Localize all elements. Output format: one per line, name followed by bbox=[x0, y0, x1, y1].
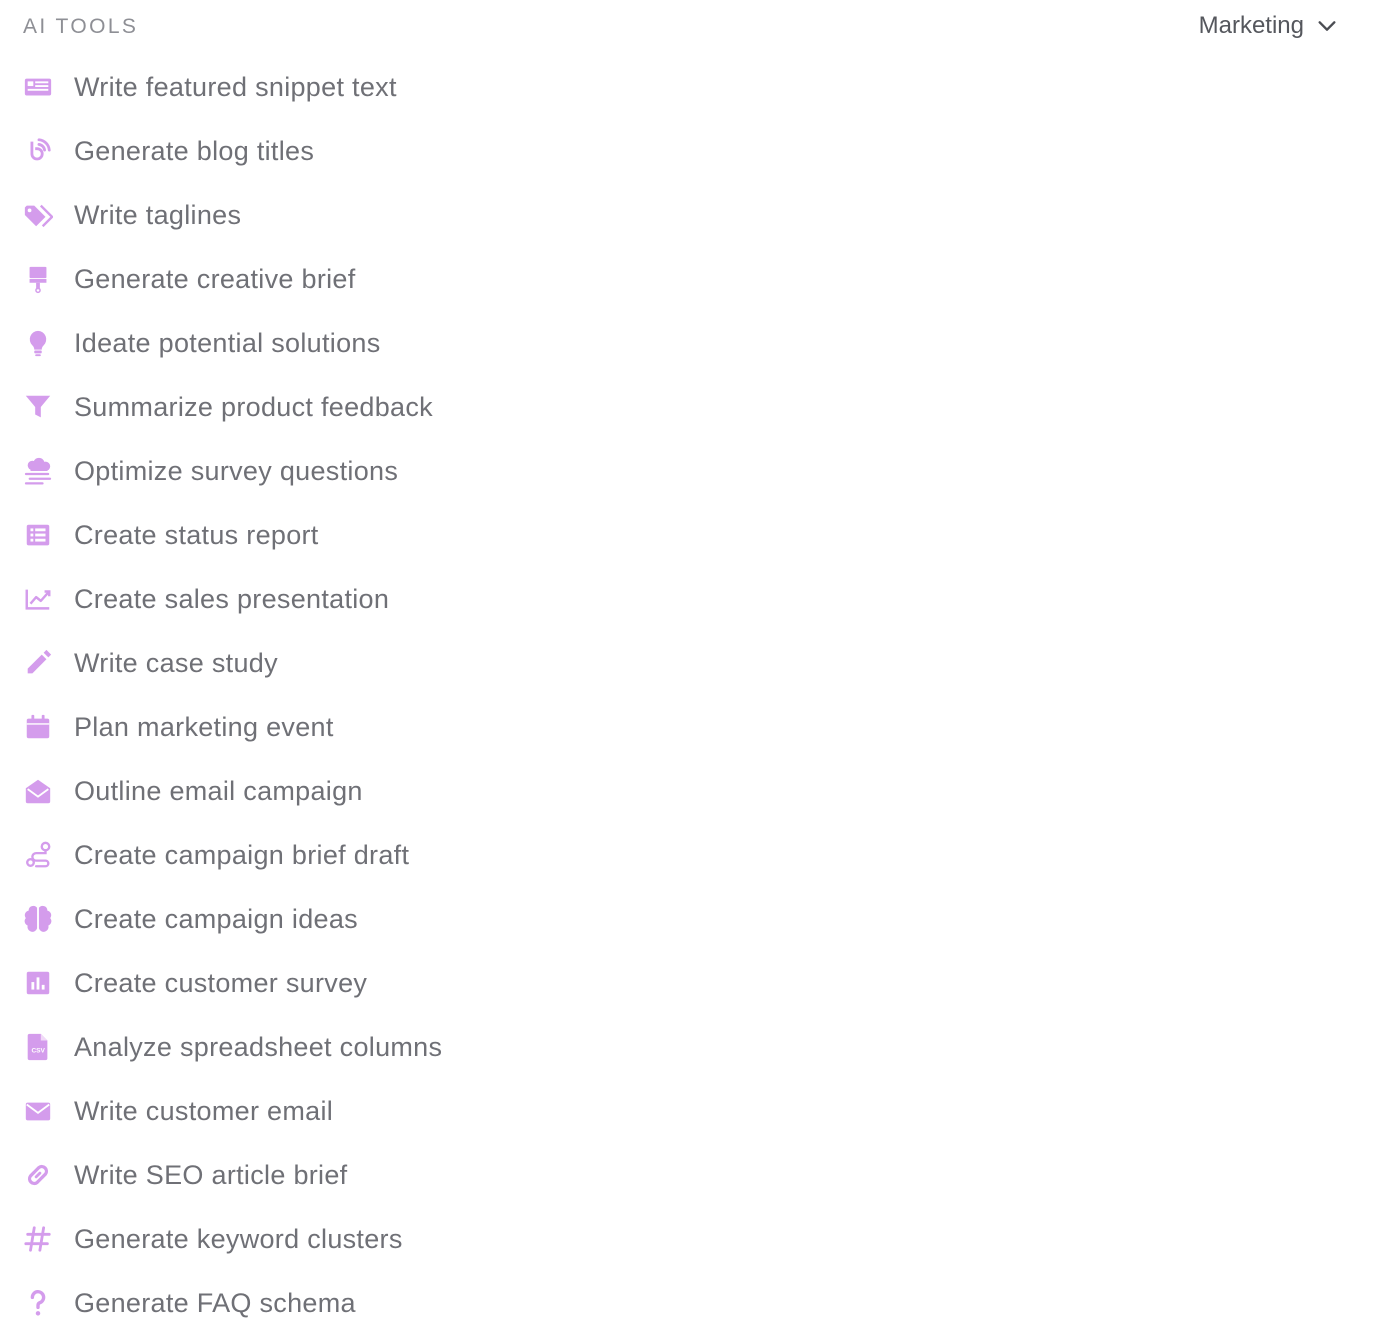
tool-item[interactable]: Outline email campaign bbox=[0, 759, 700, 823]
category-dropdown[interactable]: Marketing bbox=[1199, 12, 1338, 40]
tool-label: Create customer survey bbox=[74, 967, 368, 998]
tool-label: Plan marketing event bbox=[74, 711, 334, 742]
tool-item[interactable]: Generate blog titles bbox=[0, 119, 700, 183]
tool-item[interactable]: Write SEO article brief bbox=[0, 1143, 700, 1207]
chart-line-icon bbox=[22, 583, 54, 615]
list-alt-icon bbox=[22, 519, 54, 551]
tool-item[interactable]: Write customer email bbox=[0, 1079, 700, 1143]
tool-item[interactable]: CSV Analyze spreadsheet columns bbox=[0, 1015, 700, 1079]
tool-label: Write taglines bbox=[74, 199, 242, 230]
tools-header: AI TOOLS Marketing bbox=[0, 0, 1388, 56]
tool-item[interactable]: Generate keyword clusters bbox=[0, 1207, 700, 1271]
file-csv-icon: CSV bbox=[22, 1031, 54, 1063]
newspaper-icon bbox=[22, 71, 54, 103]
link-icon bbox=[22, 1159, 54, 1191]
category-dropdown-value: Marketing bbox=[1198, 12, 1304, 39]
section-title: AI TOOLS bbox=[23, 15, 139, 38]
tool-label: Create sales presentation bbox=[74, 583, 390, 614]
tool-label: Write featured snippet text bbox=[74, 71, 397, 102]
poll-icon bbox=[22, 967, 54, 999]
lightbulb-icon bbox=[22, 327, 54, 359]
tool-label: Ideate potential solutions bbox=[74, 327, 381, 358]
tool-label: Generate FAQ schema bbox=[74, 1287, 356, 1318]
tool-label: Write case study bbox=[74, 647, 278, 678]
tool-item[interactable]: Ideate potential solutions bbox=[0, 311, 700, 375]
tool-item[interactable]: Create campaign brief draft bbox=[0, 823, 700, 887]
tool-label: Generate blog titles bbox=[74, 135, 315, 166]
blog-icon bbox=[22, 135, 54, 167]
chevron-down-icon bbox=[1318, 21, 1336, 31]
tool-label: Analyze spreadsheet columns bbox=[74, 1031, 443, 1062]
tool-item[interactable]: Write taglines bbox=[0, 183, 700, 247]
brain-icon bbox=[22, 903, 54, 935]
svg-text:CSV: CSV bbox=[31, 1048, 45, 1055]
tool-item[interactable]: Generate FAQ schema bbox=[0, 1271, 700, 1335]
envelope-open-icon bbox=[22, 775, 54, 807]
route-icon bbox=[22, 839, 54, 871]
tool-label: Outline email campaign bbox=[74, 775, 363, 806]
filter-icon bbox=[22, 391, 54, 423]
tool-item[interactable]: Write featured snippet text bbox=[0, 55, 700, 119]
tool-label: Write SEO article brief bbox=[74, 1159, 348, 1190]
tool-item[interactable]: Create campaign ideas bbox=[0, 887, 700, 951]
calendar-icon bbox=[22, 711, 54, 743]
tool-item[interactable]: Plan marketing event bbox=[0, 695, 700, 759]
tool-item[interactable]: Create sales presentation bbox=[0, 567, 700, 631]
tool-item[interactable]: Write case study bbox=[0, 631, 700, 695]
tool-item[interactable]: Generate creative brief bbox=[0, 247, 700, 311]
tool-label: Create campaign brief draft bbox=[74, 839, 410, 870]
pencil-icon bbox=[22, 647, 54, 679]
tool-item[interactable]: Optimize survey questions bbox=[0, 439, 700, 503]
tool-label: Create status report bbox=[74, 519, 319, 550]
tool-label: Create campaign ideas bbox=[74, 903, 358, 934]
tool-label: Optimize survey questions bbox=[74, 455, 399, 486]
tool-item[interactable]: Create status report bbox=[0, 503, 700, 567]
tool-label: Generate creative brief bbox=[74, 263, 356, 294]
tool-item[interactable]: Create customer survey bbox=[0, 951, 700, 1015]
tool-label: Generate keyword clusters bbox=[74, 1223, 403, 1254]
question-icon bbox=[22, 1287, 54, 1319]
tool-list: Write featured snippet text Generate blog… bbox=[0, 55, 700, 1335]
envelope-icon bbox=[22, 1095, 54, 1127]
tool-label: Summarize product feedback bbox=[74, 391, 433, 422]
paint-brush-icon bbox=[22, 263, 54, 295]
tool-label: Write customer email bbox=[74, 1095, 334, 1126]
hashtag-icon bbox=[22, 1223, 54, 1255]
tags-icon bbox=[22, 199, 54, 231]
smog-icon bbox=[22, 455, 54, 487]
tool-item[interactable]: Summarize product feedback bbox=[0, 375, 700, 439]
